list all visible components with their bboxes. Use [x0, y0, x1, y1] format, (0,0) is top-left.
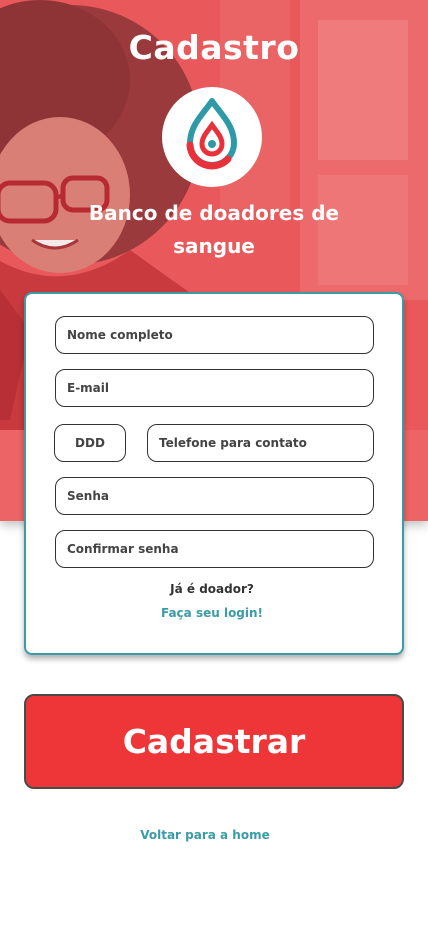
full-name-input[interactable] — [55, 316, 374, 354]
phone-input[interactable] — [147, 424, 374, 462]
page-title: Cadastro — [128, 28, 300, 67]
signup-screen: Cadastro Banco de doadores de sangue Já … — [0, 0, 428, 926]
app-subtitle: Banco de doadores de sangue — [88, 201, 340, 258]
ddd-input[interactable] — [54, 424, 126, 462]
email-input[interactable] — [55, 369, 374, 407]
login-link[interactable]: Faça seu login! — [26, 606, 398, 620]
blood-drop-icon — [186, 98, 237, 170]
password-input[interactable] — [55, 477, 374, 515]
back-to-home-link[interactable]: Voltar para a home — [0, 828, 410, 842]
signup-form-card: Já é doador? Faça seu login! — [24, 292, 404, 655]
logo — [162, 87, 262, 187]
already-donor-text: Já é doador? — [170, 582, 254, 596]
confirm-password-input[interactable] — [55, 530, 374, 568]
register-button[interactable]: Cadastrar — [24, 694, 404, 789]
